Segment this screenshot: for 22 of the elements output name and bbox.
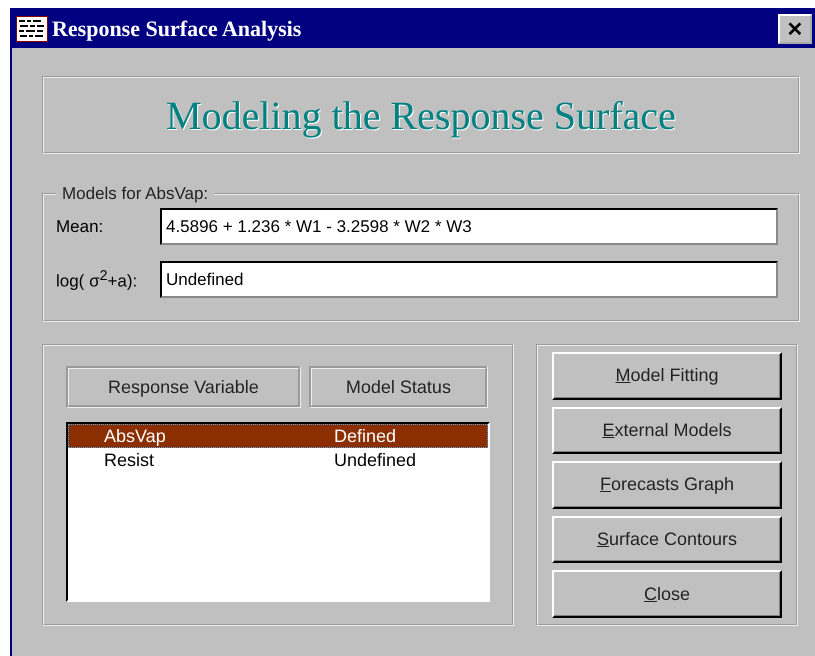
list-item[interactable]: AbsVap Defined [68, 424, 488, 448]
window-title: Response Surface Analysis [52, 16, 302, 42]
action-button[interactable]: Close [552, 570, 782, 618]
column-header[interactable]: Model Status [308, 366, 488, 408]
input-field[interactable]: 4.5896 + 1.236 * W1 - 3.2598 * W2 * W3 [160, 208, 778, 245]
action-button[interactable]: Surface Contours [552, 516, 782, 564]
input-field[interactable]: Undefined [160, 261, 778, 298]
model-status: Defined [334, 426, 398, 446]
action-button[interactable]: External Models [552, 406, 782, 454]
column-header[interactable]: Response Variable [66, 366, 301, 408]
action-button[interactable]: Forecasts Graph [552, 461, 782, 509]
close-button[interactable]: ✕ [778, 14, 812, 44]
action-button[interactable]: Model Fitting [552, 352, 782, 400]
variable-name: AbsVap [104, 426, 167, 446]
model-status: Undefined [334, 450, 418, 470]
group-label: Models for AbsVap: [61, 184, 210, 204]
field-label: Mean: [56, 216, 104, 236]
banner-heading: Modeling the Response Surface [42, 76, 800, 154]
variable-name: Resist [104, 450, 156, 470]
list-item[interactable]: Resist Undefined [68, 448, 488, 472]
field-label: log( σ$^{2}$+a): [56, 268, 138, 292]
app-icon [16, 16, 48, 42]
